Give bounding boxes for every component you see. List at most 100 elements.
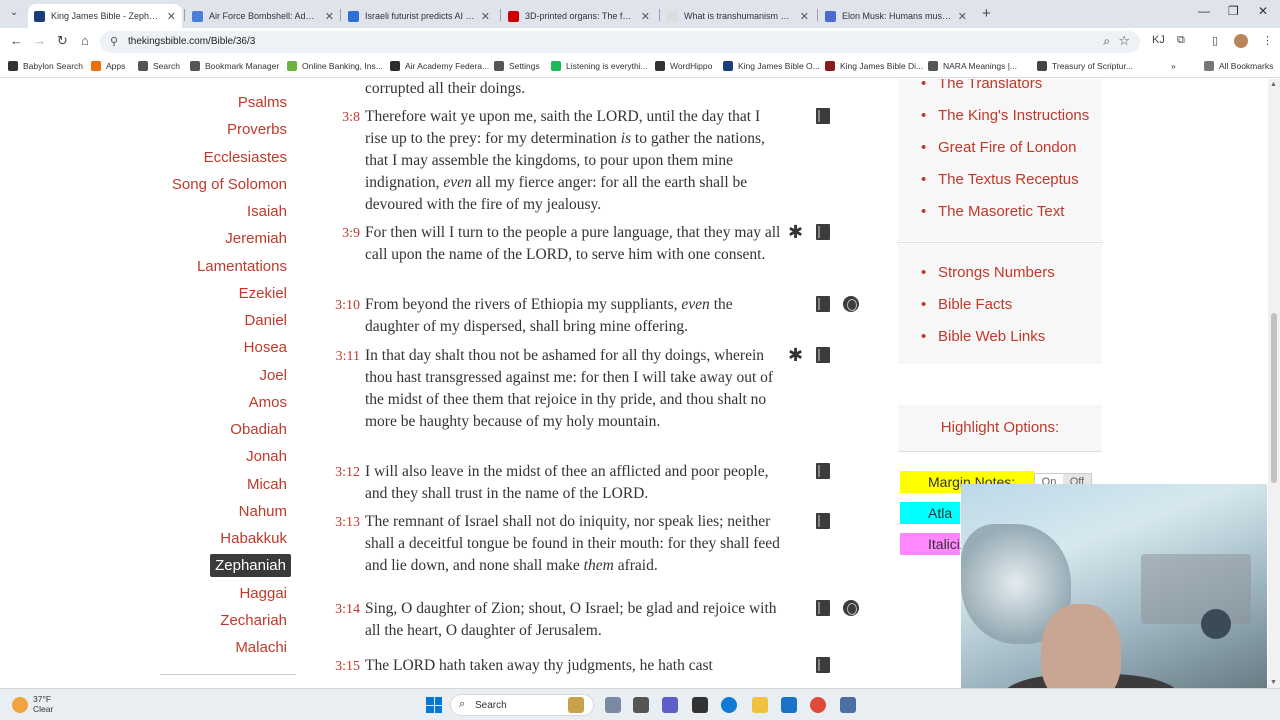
side-panel-icon[interactable]: ▯	[1212, 34, 1218, 47]
verse-number[interactable]: 3:10	[330, 298, 360, 314]
verse-number[interactable]: 3:12	[330, 465, 360, 481]
scroll-thumb[interactable]	[1271, 313, 1277, 483]
forward-icon[interactable]: →	[33, 33, 46, 48]
sidebar-link[interactable]: The Translators	[921, 79, 1042, 92]
bookmark-item[interactable]: NARA Meanings |...	[928, 61, 1017, 71]
tab-close-icon[interactable]: ✕	[325, 10, 334, 23]
tab-close-icon[interactable]: ✕	[800, 10, 809, 23]
bookmark-item[interactable]: WordHippo	[655, 61, 712, 71]
book-link[interactable]: Jeremiah	[225, 230, 287, 247]
windows-start-icon[interactable]	[426, 697, 442, 713]
minimize-icon[interactable]: —	[1198, 4, 1210, 18]
book-link[interactable]: Hosea	[244, 339, 287, 356]
extensions-icon[interactable]: ⧉	[1177, 34, 1185, 47]
verse-number[interactable]: 3:13	[330, 515, 360, 531]
chrome-icon[interactable]	[810, 697, 826, 713]
browser-tab[interactable]: 3D-printed organs: The future c ✕	[502, 4, 656, 28]
tab-close-icon[interactable]: ✕	[167, 10, 176, 23]
commentary-book-icon[interactable]	[816, 463, 830, 479]
browser-tab[interactable]: Air Force Bombshell: Admits Th ✕	[186, 4, 340, 28]
verse-number[interactable]: 3:8	[330, 110, 360, 126]
book-link[interactable]: Lamentations	[197, 258, 287, 275]
browser-tab[interactable]: King James Bible - Zephaniah ✕	[28, 4, 182, 28]
sidebar-link[interactable]: The King's Instructions	[921, 107, 1089, 124]
highlight-option[interactable]: Atla	[900, 502, 960, 524]
sidebar-link[interactable]: Strongs Numbers	[921, 264, 1055, 281]
commentary-book-icon[interactable]	[816, 108, 830, 124]
book-link[interactable]: Proverbs	[227, 121, 287, 138]
browser-tab[interactable]: What is transhumanism and ho ✕	[661, 4, 815, 28]
verse-number[interactable]: 3:14	[330, 602, 360, 618]
commentary-book-icon[interactable]	[816, 657, 830, 673]
teams-icon[interactable]	[662, 697, 678, 713]
url-text[interactable]: thekingsbible.com/Bible/36/3	[128, 36, 255, 47]
bookmark-item[interactable]: King James Bible O...	[723, 61, 820, 71]
app-icon[interactable]	[692, 697, 708, 713]
cross-reference-star-icon[interactable]: ✱	[788, 346, 803, 364]
home-icon[interactable]: ⌂	[81, 33, 89, 48]
bookmark-item[interactable]: Listening is everythi...	[551, 61, 648, 71]
bookmark-item[interactable]: Settings	[494, 61, 540, 71]
bookmark-item[interactable]: Treasury of Scriptur...	[1037, 61, 1133, 71]
kjv-extension-icon[interactable]: KJ	[1152, 34, 1165, 46]
book-link[interactable]: Jonah	[246, 448, 287, 465]
site-info-icon[interactable]: ⚲	[110, 35, 118, 48]
sidebar-link[interactable]: Bible Facts	[921, 296, 1012, 313]
book-link[interactable]: Micah	[247, 476, 287, 493]
book-link[interactable]: Ecclesiastes	[204, 149, 287, 166]
weather-widget[interactable]: 37°F Clear	[33, 694, 53, 714]
address-bar[interactable]: ⚲ thekingsbible.com/Bible/36/3 ⌕ ☆	[100, 31, 1140, 53]
atlas-globe-icon[interactable]	[843, 600, 859, 616]
book-link[interactable]: Isaiah	[247, 203, 287, 220]
profile-avatar[interactable]	[1234, 34, 1248, 48]
bookmark-item[interactable]: Air Academy Federa...	[390, 61, 489, 71]
menu-icon[interactable]: ⋮	[1262, 34, 1273, 47]
book-link[interactable]: Amos	[249, 394, 287, 411]
close-window-icon[interactable]: ✕	[1258, 4, 1268, 18]
page-scrollbar[interactable]: ▲ ▼	[1268, 79, 1280, 688]
new-tab-button[interactable]: +	[982, 5, 991, 22]
reload-icon[interactable]: ↻	[57, 33, 68, 49]
zoom-icon[interactable]: ⌕	[1103, 34, 1110, 49]
browser-tab[interactable]: Israeli futurist predicts AI will su ✕	[342, 4, 496, 28]
bookmark-item[interactable]: King James Bible Di...	[825, 61, 923, 71]
task-view-icon[interactable]	[633, 697, 649, 713]
commentary-book-icon[interactable]	[816, 513, 830, 529]
highlight-option[interactable]: Italicize	[900, 533, 975, 555]
app-icon[interactable]	[781, 697, 797, 713]
book-link[interactable]: Haggai	[239, 585, 287, 602]
all-bookmarks-link[interactable]: All Bookmarks	[1204, 61, 1273, 71]
tab-close-icon[interactable]: ✕	[481, 10, 490, 23]
bookmark-item[interactable]: Search	[138, 61, 180, 71]
bookmark-star-icon[interactable]: ☆	[1118, 33, 1130, 49]
tab-close-icon[interactable]: ✕	[958, 10, 967, 23]
scroll-down-icon[interactable]: ▼	[1270, 679, 1277, 686]
book-link[interactable]: Habakkuk	[220, 530, 287, 547]
scroll-up-icon[interactable]: ▲	[1270, 81, 1277, 88]
verse-number[interactable]: 3:15	[330, 659, 360, 675]
bookmarks-overflow-icon[interactable]: »	[1171, 61, 1176, 71]
file-explorer-icon[interactable]	[752, 697, 768, 713]
book-link[interactable]: Psalms	[238, 94, 287, 111]
book-link[interactable]: Obadiah	[230, 421, 287, 438]
verse-number[interactable]: 3:11	[330, 349, 360, 365]
moon-weather-icon[interactable]	[12, 697, 28, 713]
commentary-book-icon[interactable]	[816, 296, 830, 312]
cross-reference-star-icon[interactable]: ✱	[788, 223, 803, 241]
book-link[interactable]: Nahum	[239, 503, 287, 520]
copilot-icon[interactable]	[605, 697, 621, 713]
edge-icon[interactable]	[721, 697, 737, 713]
bookmark-item[interactable]: Babylon Search	[8, 61, 83, 71]
app-icon[interactable]	[840, 697, 856, 713]
book-link[interactable]: Malachi	[235, 639, 287, 656]
news-widget-icon[interactable]	[568, 697, 584, 713]
book-link[interactable]: Joel	[259, 367, 287, 384]
bookmark-item[interactable]: Bookmark Manager	[190, 61, 279, 71]
bookmark-item[interactable]: Online Banking, Ins...	[287, 61, 383, 71]
sidebar-link[interactable]: Great Fire of London	[921, 139, 1076, 156]
sidebar-link[interactable]: Bible Web Links	[921, 328, 1045, 345]
commentary-book-icon[interactable]	[816, 347, 830, 363]
sidebar-link[interactable]: The Textus Receptus	[921, 171, 1079, 188]
back-icon[interactable]: ←	[10, 33, 23, 48]
browser-tab[interactable]: Elon Musk: Humans must merge ✕	[819, 4, 973, 28]
